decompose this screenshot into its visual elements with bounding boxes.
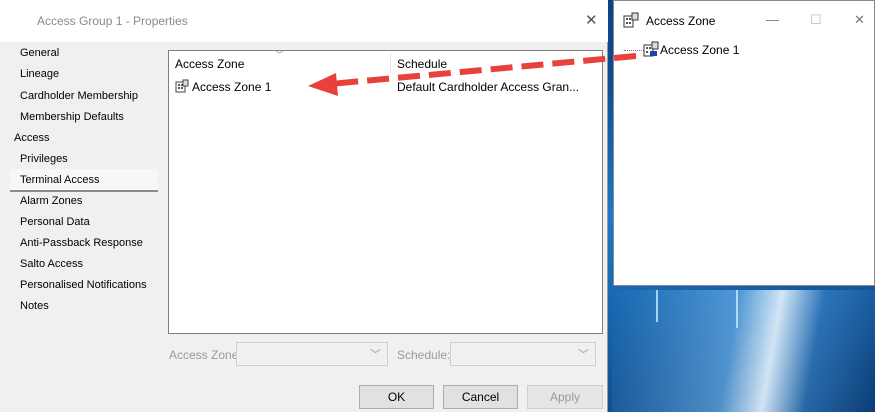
access-zone-window-title: Access Zone bbox=[646, 14, 716, 28]
nav-item-personalised-notifications[interactable]: Personalised Notifications bbox=[20, 279, 147, 291]
nav-item-privileges[interactable]: Privileges bbox=[20, 153, 68, 165]
column-header-schedule[interactable]: Schedule bbox=[397, 57, 447, 71]
access-zone-field-label: Access Zone: bbox=[169, 348, 242, 362]
access-zone-window: Access Zone — ☐ ✕ Access Zone 1 bbox=[613, 0, 875, 286]
nav-item-lineage[interactable]: Lineage bbox=[20, 68, 59, 80]
access-zone-list[interactable]: ﹀ Access Zone Schedule Access Zone 1 Def… bbox=[168, 50, 603, 334]
row-schedule: Default Cardholder Access Gran... bbox=[397, 80, 580, 94]
building-zone-icon[interactable] bbox=[643, 41, 659, 57]
chevron-down-icon: ﹀ bbox=[578, 349, 589, 361]
nav-item-general[interactable]: General bbox=[20, 47, 59, 59]
nav-active-underline bbox=[10, 190, 158, 192]
nav-item-access[interactable]: Access bbox=[14, 132, 49, 144]
building-zone-icon bbox=[623, 12, 639, 28]
access-zone-combo[interactable]: ﹀ bbox=[236, 342, 388, 366]
close-icon[interactable]: ✕ bbox=[585, 11, 598, 29]
nav-item-anti-passback-response[interactable]: Anti-Passback Response bbox=[20, 237, 143, 249]
nav-item-cardholder-membership[interactable]: Cardholder Membership bbox=[20, 90, 138, 102]
dialog-titlebar[interactable]: Access Group 1 - Properties ✕ bbox=[0, 0, 608, 42]
row-zone-name: Access Zone 1 bbox=[192, 80, 272, 94]
schedule-combo[interactable]: ﹀ bbox=[450, 342, 596, 366]
nav-item-membership-defaults[interactable]: Membership Defaults bbox=[20, 111, 124, 123]
apply-button[interactable]: Apply bbox=[527, 385, 603, 409]
nav-item-salto-access[interactable]: Salto Access bbox=[20, 258, 83, 270]
nav-item-alarm-zones[interactable]: Alarm Zones bbox=[20, 195, 82, 207]
properties-dialog: Access Group 1 - Properties ✕ General Li… bbox=[0, 0, 608, 412]
nav-item-personal-data[interactable]: Personal Data bbox=[20, 216, 90, 228]
column-header-access-zone[interactable]: Access Zone bbox=[175, 57, 244, 71]
schedule-field-label: Schedule: bbox=[397, 348, 451, 362]
nav-item-notes[interactable]: Notes bbox=[20, 300, 49, 312]
cancel-button[interactable]: Cancel bbox=[443, 385, 518, 409]
minimize-icon[interactable]: — bbox=[766, 12, 779, 27]
dialog-title: Access Group 1 - Properties bbox=[37, 14, 188, 28]
nav-item-terminal-access[interactable]: Terminal Access bbox=[20, 174, 99, 186]
maximize-icon[interactable]: ☐ bbox=[810, 12, 822, 28]
sort-caret-icon: ﹀ bbox=[275, 50, 285, 60]
ok-button[interactable]: OK bbox=[359, 385, 434, 409]
column-separator[interactable] bbox=[390, 53, 391, 73]
desktop-light-beams bbox=[612, 290, 875, 412]
desktop-beam bbox=[736, 290, 738, 328]
access-zone-titlebar[interactable]: Access Zone — ☐ ✕ bbox=[614, 1, 874, 39]
chevron-down-icon: ﹀ bbox=[370, 349, 381, 361]
tree-item-access-zone[interactable]: Access Zone 1 bbox=[660, 43, 739, 57]
properties-nav: General Lineage Cardholder Membership Me… bbox=[0, 42, 163, 412]
building-zone-icon bbox=[175, 79, 189, 93]
desktop-beam bbox=[656, 290, 658, 322]
close-icon[interactable]: ✕ bbox=[854, 12, 865, 28]
